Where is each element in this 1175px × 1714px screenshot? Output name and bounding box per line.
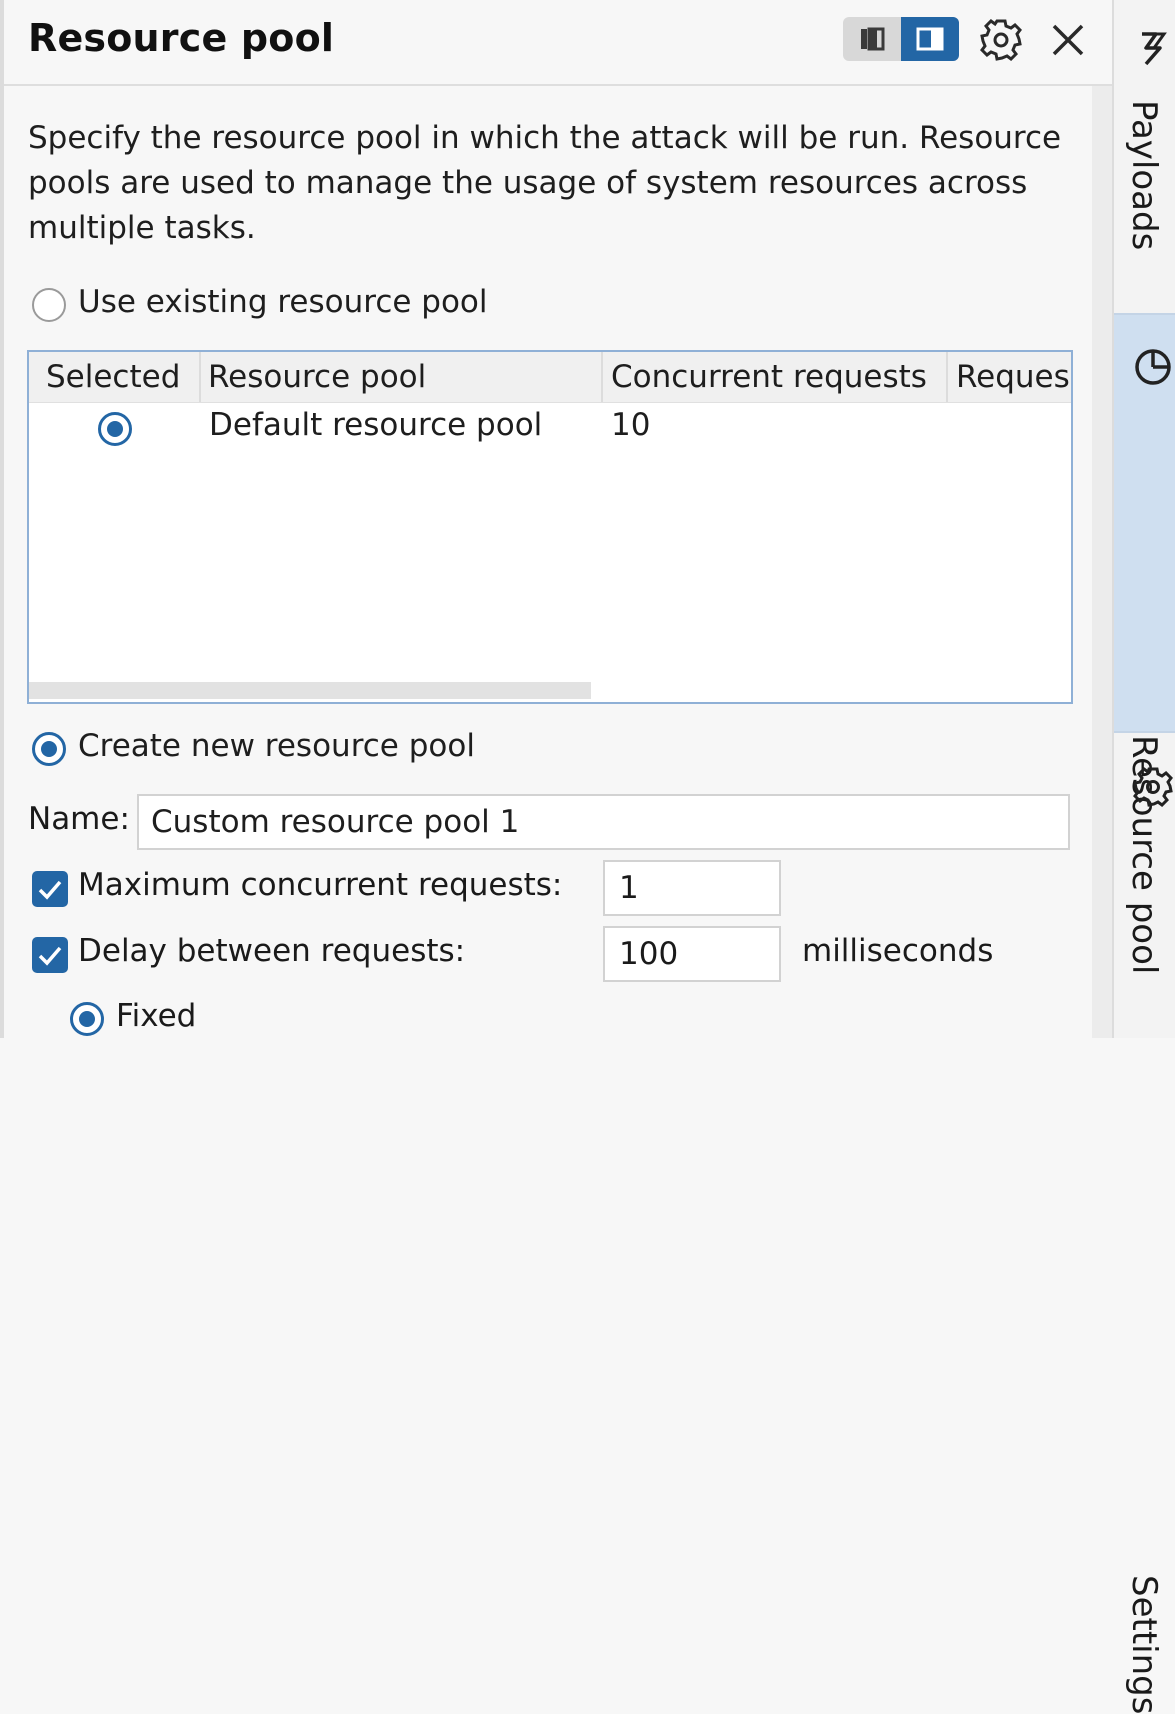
create-new-pool-radio[interactable] (32, 732, 66, 766)
panel-layout-button[interactable] (901, 17, 959, 61)
use-existing-pool-label[interactable]: Use existing resource pool (78, 284, 488, 320)
panel-description: Specify the resource pool in which the a… (28, 120, 1062, 246)
max-concurrent-label[interactable]: Maximum concurrent requests: (78, 867, 562, 903)
fixed-delay-label[interactable]: Fixed (116, 998, 196, 1034)
gear-icon (980, 19, 1022, 61)
sidebar-layout-button[interactable] (843, 17, 901, 61)
settings-button[interactable] (976, 15, 1026, 65)
column-header-selected[interactable]: Selected (29, 352, 201, 402)
panel-divider (0, 0, 4, 1038)
create-new-pool-label[interactable]: Create new resource pool (78, 728, 475, 764)
resource-pool-icon (1135, 349, 1171, 385)
side-tab-bar: Payloads Resource pool Settings (1112, 0, 1175, 1714)
payloads-icon (1142, 32, 1167, 66)
vertical-scrollbar[interactable] (1092, 86, 1112, 1038)
delay-input[interactable]: 100 (603, 926, 781, 982)
name-label: Name: (28, 801, 130, 837)
column-header-requests[interactable]: Reques (948, 352, 1071, 402)
cell-resource-pool: Default resource pool (209, 407, 543, 443)
close-button[interactable] (1044, 16, 1092, 64)
column-header-concurrent-requests[interactable]: Concurrent requests (603, 352, 948, 402)
pool-name-input[interactable]: Custom resource pool 1 (137, 794, 1070, 850)
horizontal-scroll-thumb[interactable] (29, 682, 591, 699)
side-tab-payloads-label: Payloads (1124, 100, 1164, 251)
use-existing-pool-radio[interactable] (32, 288, 66, 322)
layout-toggle[interactable] (843, 17, 959, 61)
side-tab-settings-label: Settings (1124, 1575, 1164, 1714)
checkmark-icon (38, 946, 62, 966)
panel-title: Resource pool (28, 16, 335, 60)
column-header-resource-pool[interactable]: Resource pool (201, 352, 603, 402)
max-concurrent-checkbox[interactable] (32, 871, 68, 907)
fixed-delay-radio[interactable] (70, 1002, 104, 1036)
resource-pool-table: Selected Resource pool Concurrent reques… (27, 350, 1073, 704)
table-header: Selected Resource pool Concurrent reques… (29, 352, 1071, 403)
gear-icon (1133, 767, 1173, 807)
sidebar-layout-icon (861, 27, 885, 51)
horizontal-scrollbar[interactable] (29, 680, 1069, 700)
checkmark-icon (38, 880, 62, 900)
delay-unit-label: milliseconds (802, 933, 994, 969)
cell-concurrent-requests: 10 (611, 407, 651, 443)
delay-checkbox[interactable] (32, 937, 68, 973)
delay-label[interactable]: Delay between requests: (78, 933, 465, 969)
max-concurrent-input[interactable]: 1 (603, 860, 781, 916)
panel-layout-icon (916, 27, 944, 51)
close-icon (1052, 24, 1084, 56)
row-selected-radio[interactable] (98, 412, 132, 446)
